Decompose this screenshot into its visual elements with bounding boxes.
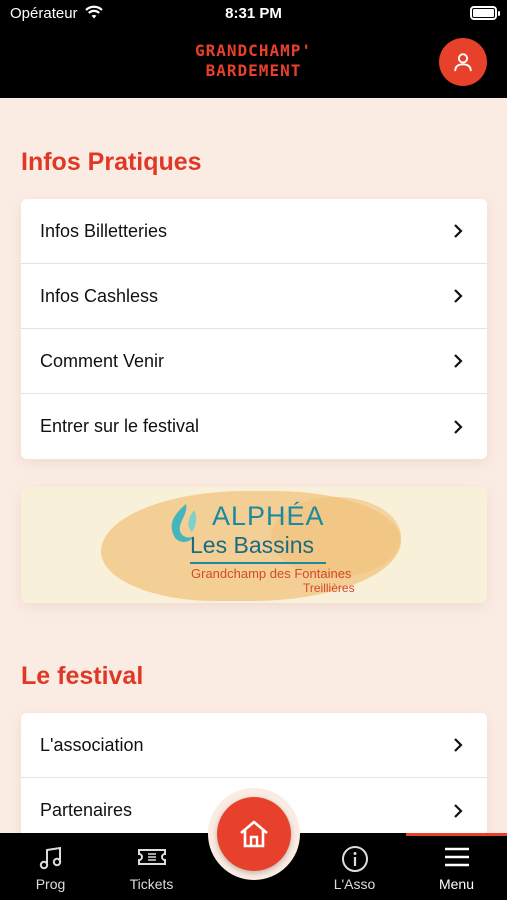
list-item-label: L'association (40, 734, 144, 755)
menu-content[interactable]: Infos Pratiques Infos Billetteries Infos… (0, 98, 507, 833)
active-tab-indicator (406, 833, 507, 836)
tab-label: Prog (35, 876, 66, 892)
chevron-right-icon (454, 803, 463, 818)
tab-label: Tickets (129, 876, 174, 892)
tab-prog[interactable]: Prog (0, 833, 101, 900)
list-item-label: Comment Venir (40, 350, 165, 371)
sponsor-brand: ALPHÉA (212, 501, 325, 531)
chevron-right-icon (454, 224, 463, 238)
home-button[interactable] (217, 797, 291, 871)
app-header: GRANDCHAMP' BARDEMENT (0, 28, 507, 98)
list-item-label: Entrer sur le festival (40, 416, 200, 436)
tab-asso[interactable]: L'Asso (304, 833, 405, 900)
sponsor-banner[interactable]: ALPHÉA Les Bassins Grandchamp des Fontai… (21, 487, 487, 603)
list-item-label: Infos Cashless (40, 285, 159, 306)
chevron-right-icon (454, 354, 463, 368)
festival-logo[interactable]: GRANDCHAMP' BARDEMENT (0, 41, 507, 81)
sponsor-location-secondary: Treillières (303, 581, 355, 595)
music-note-icon (39, 846, 61, 870)
user-icon (454, 53, 472, 72)
account-button[interactable] (439, 38, 487, 86)
chevron-right-icon (454, 738, 463, 752)
tab-menu[interactable]: Menu (406, 833, 507, 900)
section-title-infos-pratiques: Infos Pratiques (21, 148, 202, 176)
status-time: 8:31 PM (225, 5, 282, 22)
tab-label: L'Asso (333, 876, 376, 892)
list-item-association[interactable]: L'association (21, 713, 487, 778)
tab-tickets[interactable]: Tickets (101, 833, 202, 900)
status-bar: Opérateur 8:31 PM (0, 0, 507, 28)
list-item-label: Partenaires (40, 800, 133, 820)
menu-icon (444, 847, 469, 867)
chevron-right-icon (454, 419, 463, 434)
chevron-right-icon (454, 289, 463, 303)
logo-line-2: BARDEMENT (205, 61, 302, 80)
sponsor-location: Grandchamp des Fontaines (191, 566, 352, 581)
info-icon (341, 846, 368, 872)
infos-pratiques-list: Infos Billetteries Infos Cashless Commen… (21, 199, 487, 459)
list-item-entrer-sur-le-festival[interactable]: Entrer sur le festival (21, 394, 487, 459)
section-title-le-festival: Le festival (21, 662, 144, 690)
battery-icon (470, 6, 500, 20)
list-item-infos-billetteries[interactable]: Infos Billetteries (21, 199, 487, 264)
list-item-comment-venir[interactable]: Comment Venir (21, 329, 487, 394)
ticket-icon (137, 849, 166, 865)
list-item-infos-cashless[interactable]: Infos Cashless (21, 264, 487, 329)
home-icon (240, 820, 268, 848)
logo-line-1: GRANDCHAMP' (195, 41, 312, 60)
divider (190, 562, 326, 564)
tab-label: Menu (438, 876, 475, 892)
sponsor-name: Les Bassins (190, 532, 315, 558)
list-item-label: Infos Billetteries (40, 220, 168, 241)
